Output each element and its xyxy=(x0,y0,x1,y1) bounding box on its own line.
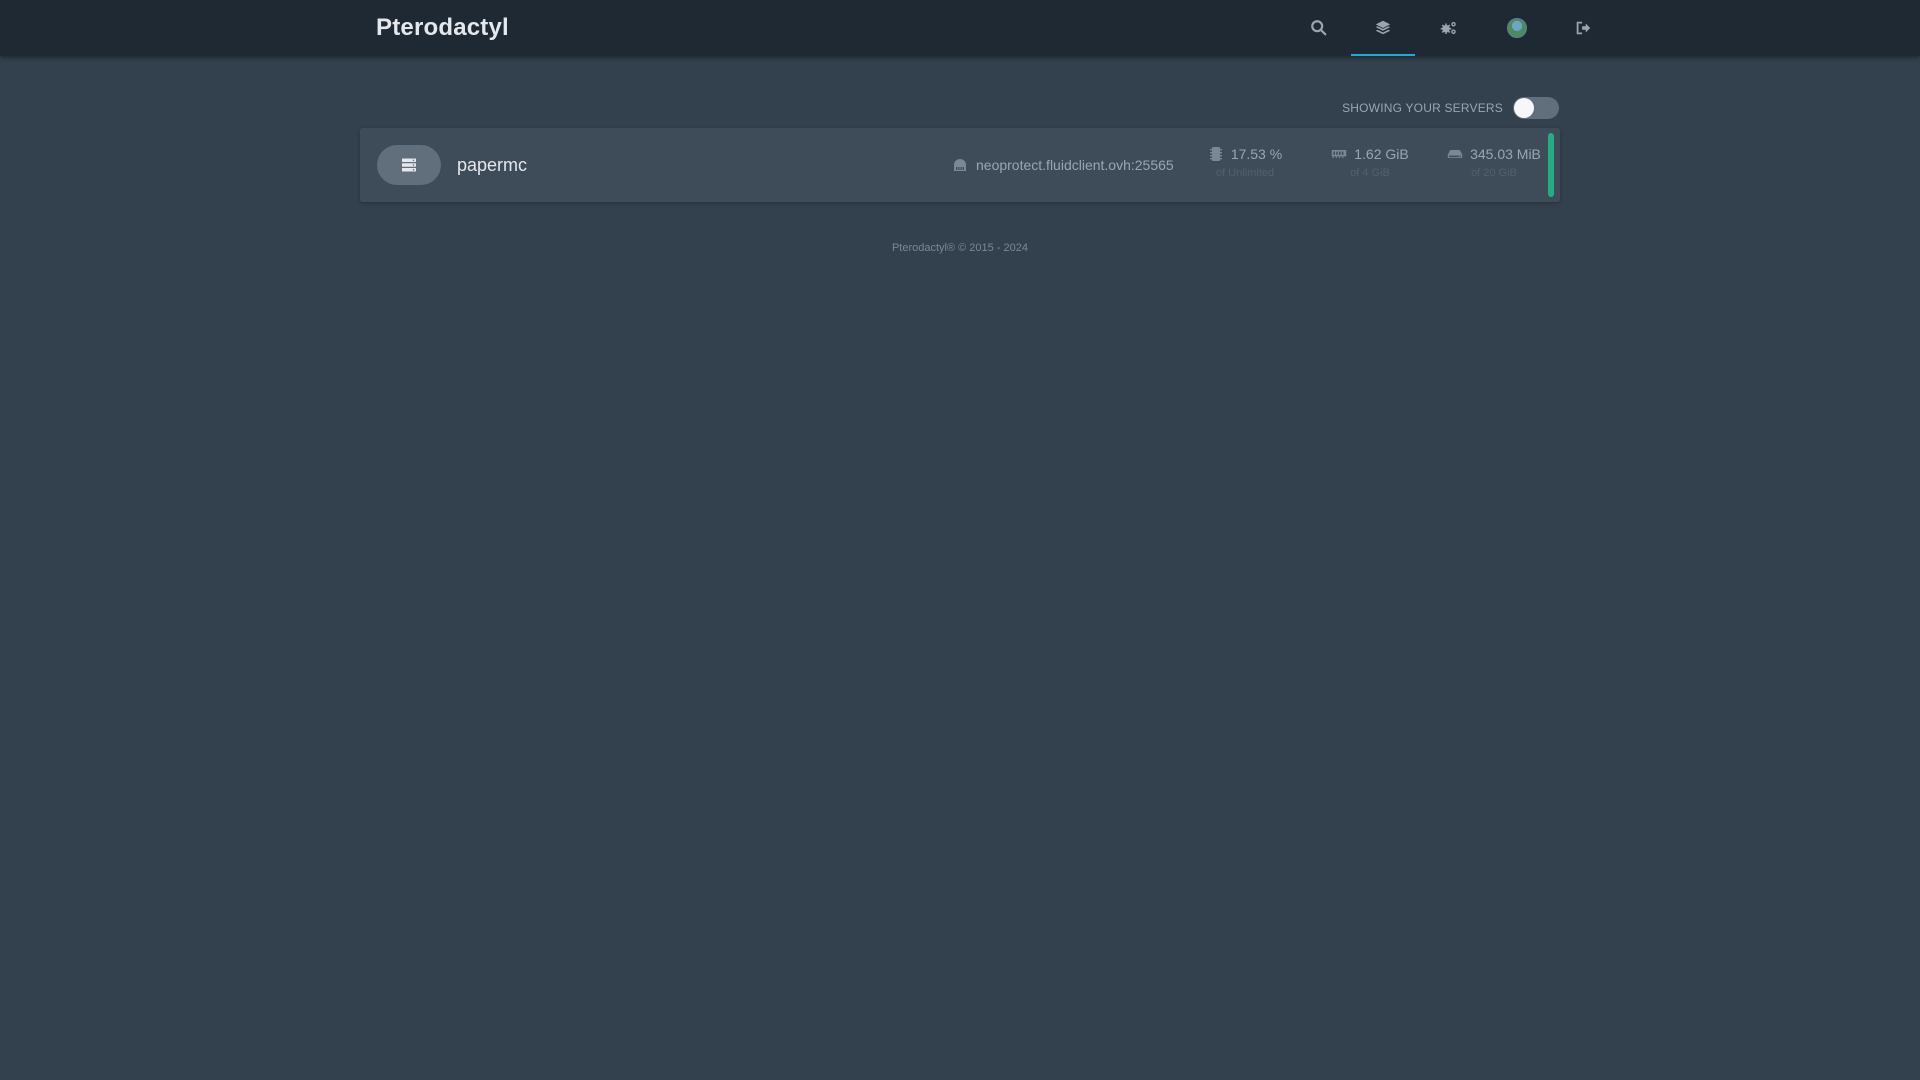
memory-limit: of 4 GiB xyxy=(1350,167,1390,179)
layers-icon xyxy=(1375,20,1391,35)
memory-value: 1.62 GiB xyxy=(1354,146,1409,162)
cpu-limit: of Unlimited xyxy=(1215,167,1275,179)
disk-stat: 345.03 MiB of 20 GiB xyxy=(1438,144,1550,181)
toggle-knob xyxy=(1514,98,1534,118)
server-filter: Showing your servers xyxy=(1342,96,1559,120)
cpu-stat: 17.53 % of Unlimited xyxy=(1193,144,1297,181)
hdd-icon xyxy=(1447,150,1463,158)
top-navbar: Pterodactyl xyxy=(0,0,1920,56)
search-icon xyxy=(1311,20,1327,36)
server-status-indicator xyxy=(1548,133,1554,197)
cpu-value: 17.53 % xyxy=(1230,146,1283,162)
avatar xyxy=(1507,18,1527,38)
disk-limit: of 20 GiB xyxy=(1471,167,1517,179)
server-row[interactable]: papermc neoprotect.fluidclient.ovh:25565… xyxy=(360,128,1560,202)
server-address-text: neoprotect.fluidclient.ovh:25565 xyxy=(976,157,1174,173)
account-settings-button[interactable] xyxy=(1417,0,1481,56)
footer-copyright: Pterodactyl® © 2015 - 2024 xyxy=(891,242,1029,254)
memory-stat: 1.62 GiB of 4 GiB xyxy=(1315,144,1425,181)
server-icon-badge xyxy=(377,145,441,185)
account-avatar-button[interactable] xyxy=(1485,0,1549,56)
brand-logo[interactable]: Pterodactyl xyxy=(376,0,509,56)
server-icon xyxy=(402,158,416,172)
sign-out-icon xyxy=(1576,21,1591,35)
server-name: papermc xyxy=(457,154,528,175)
ethernet-icon xyxy=(954,159,966,171)
servers-nav-button[interactable] xyxy=(1351,0,1415,56)
microchip-icon xyxy=(1209,147,1222,161)
disk-value: 345.03 MiB xyxy=(1470,146,1541,162)
logout-button[interactable] xyxy=(1551,0,1615,56)
search-button[interactable] xyxy=(1287,0,1351,56)
show-all-servers-toggle[interactable] xyxy=(1513,97,1559,119)
cogs-icon xyxy=(1440,22,1456,34)
memory-icon xyxy=(1332,150,1347,158)
server-address: neoprotect.fluidclient.ovh:25565 xyxy=(952,156,1174,174)
toggle-label: Showing your servers xyxy=(1342,101,1503,115)
